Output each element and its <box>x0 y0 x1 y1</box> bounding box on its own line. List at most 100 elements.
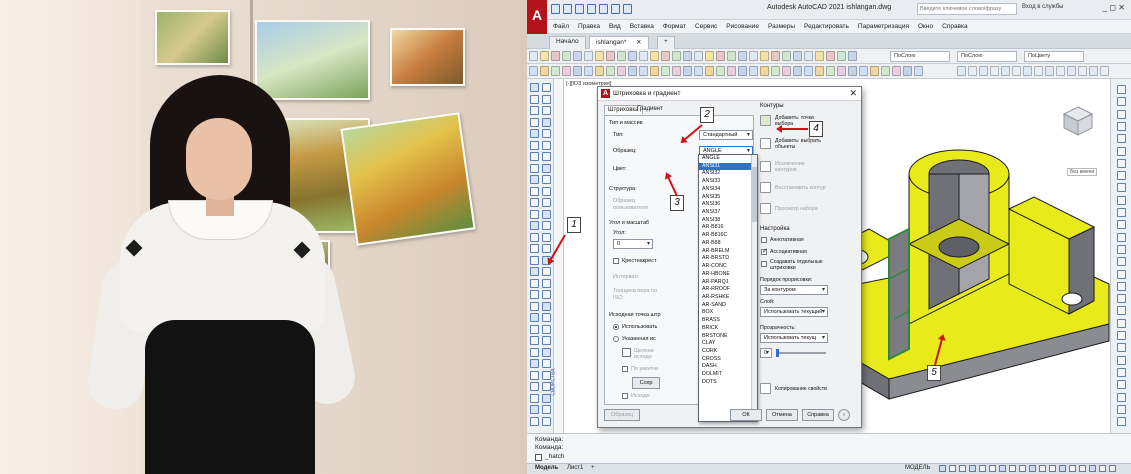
tab-close-icon[interactable]: ✕ <box>636 39 641 46</box>
draw-tool-icon[interactable] <box>530 94 539 104</box>
modify-tool-icon[interactable] <box>760 66 769 76</box>
menu-item[interactable]: Рисование <box>726 23 759 30</box>
status-toggle-icon[interactable] <box>1029 465 1036 472</box>
plot-icon[interactable] <box>599 4 608 14</box>
draw-order-select[interactable]: За контуром <box>760 285 828 295</box>
pattern-list-item[interactable]: AR-HBONE <box>699 271 757 279</box>
menu-item[interactable]: Вставка <box>630 23 654 30</box>
draw-tool-icon[interactable] <box>530 278 539 288</box>
pattern-list-item[interactable]: CROSS <box>699 356 757 364</box>
draw-tool-icon[interactable] <box>542 221 551 230</box>
command-line[interactable]: Команда: Команда: _hatch <box>527 433 1131 463</box>
origin-default-checkbox[interactable] <box>622 366 628 372</box>
pattern-list-item[interactable]: AR-BRELM <box>699 248 757 256</box>
navigation-tool-icon[interactable] <box>1117 146 1126 156</box>
menu-item[interactable]: Формат <box>663 23 686 30</box>
status-toggle-icon[interactable] <box>979 465 986 472</box>
status-toggle-icon[interactable] <box>949 465 956 472</box>
pattern-list-item[interactable]: AR-SAND <box>699 302 757 310</box>
pattern-dropdown-list[interactable]: ANGLE ANSI31 ANSI32 ANSI33 ANSI34 ANSI35 ANSI3… <box>698 154 758 422</box>
add-select-objects-icon[interactable] <box>760 138 771 149</box>
model-space-indicator[interactable]: МОДЕЛЬ <box>905 465 930 471</box>
color-combo[interactable]: ПоСлою <box>890 51 950 62</box>
modify-tool-icon[interactable] <box>584 66 593 76</box>
draw-tool-icon[interactable] <box>542 301 551 311</box>
view-selections-label[interactable]: Просмотр набора <box>775 206 855 212</box>
inherit-properties-icon[interactable] <box>760 383 771 394</box>
standard-tool-icon[interactable] <box>738 51 747 61</box>
navigation-tool-icon[interactable] <box>1117 355 1126 365</box>
dimension-tool-icon[interactable] <box>979 66 988 76</box>
draw-tool-icon[interactable] <box>530 359 539 368</box>
standard-tool-icon[interactable] <box>749 51 758 61</box>
navigation-tool-icon[interactable] <box>1117 269 1126 279</box>
draw-tool-icon[interactable] <box>530 106 539 115</box>
standard-tool-icon[interactable] <box>793 51 802 61</box>
modify-tool-icon[interactable] <box>661 66 670 76</box>
standard-tool-icon[interactable] <box>716 51 725 61</box>
undo-icon[interactable] <box>623 4 632 14</box>
pattern-list-item[interactable]: BRICK <box>699 325 757 333</box>
autocad-logo-icon[interactable]: A <box>527 0 547 34</box>
recreate-boundary-icon[interactable] <box>760 182 771 193</box>
draw-tool-icon[interactable] <box>530 175 539 184</box>
modify-tool-icon[interactable] <box>529 66 538 76</box>
pattern-list-item[interactable]: BOX <box>699 309 757 317</box>
standard-tool-icon[interactable] <box>617 51 626 61</box>
dimension-tool-icon[interactable] <box>1056 66 1065 76</box>
standard-tool-icon[interactable] <box>584 51 593 61</box>
dimension-tool-icon[interactable] <box>1067 66 1076 76</box>
draw-tool-icon[interactable] <box>530 163 539 173</box>
dimension-tool-icon[interactable] <box>1045 66 1054 76</box>
pattern-list-item[interactable]: ANGLE <box>699 155 757 163</box>
dimension-tool-icon[interactable] <box>1012 66 1021 76</box>
status-toggle-icon[interactable] <box>1009 465 1016 472</box>
draw-tool-icon[interactable] <box>530 336 539 345</box>
origin-current-radio[interactable] <box>613 324 619 330</box>
pattern-list-item[interactable]: CORK <box>699 348 757 356</box>
modify-tool-icon[interactable] <box>749 66 758 76</box>
navigation-tool-icon[interactable] <box>1117 404 1126 414</box>
navigation-tool-icon[interactable] <box>1117 306 1126 316</box>
modify-tool-icon[interactable] <box>705 66 714 76</box>
draw-tool-icon[interactable] <box>542 198 551 207</box>
standard-tool-icon[interactable] <box>628 51 637 61</box>
modify-tool-icon[interactable] <box>617 66 626 76</box>
modify-tool-icon[interactable] <box>848 66 857 76</box>
navigation-tool-icon[interactable] <box>1117 232 1126 242</box>
navigation-tool-icon[interactable] <box>1117 392 1126 402</box>
status-toggle-icon[interactable] <box>989 465 996 472</box>
draw-tool-icon[interactable] <box>542 129 551 138</box>
modify-tool-icon[interactable] <box>859 66 868 76</box>
draw-tool-icon[interactable] <box>530 232 539 242</box>
command-input[interactable]: _hatch <box>545 453 565 460</box>
modify-tool-icon[interactable] <box>881 66 890 76</box>
standard-tool-icon[interactable] <box>694 51 703 61</box>
modify-tool-icon[interactable] <box>837 66 846 76</box>
double-hatch-checkbox[interactable] <box>613 258 619 264</box>
standard-tool-icon[interactable] <box>826 51 835 61</box>
dimension-tool-icon[interactable] <box>1078 66 1087 76</box>
navigation-tool-icon[interactable] <box>1117 318 1126 328</box>
status-toggle-icon[interactable] <box>1049 465 1056 472</box>
add-pick-points-icon[interactable] <box>760 115 771 126</box>
navigation-tool-icon[interactable] <box>1117 257 1126 267</box>
dialog-close-icon[interactable]: ✕ <box>849 88 857 99</box>
standard-tool-icon[interactable] <box>771 51 780 61</box>
modify-tool-icon[interactable] <box>903 66 912 76</box>
viewcube-ucs-label[interactable]: Без имени <box>1067 168 1098 176</box>
draw-tool-icon[interactable] <box>530 370 539 380</box>
navigation-tool-icon[interactable] <box>1117 367 1126 377</box>
dimension-tool-icon[interactable] <box>957 66 966 76</box>
draw-tool-icon[interactable] <box>542 106 551 115</box>
origin-specified-radio[interactable] <box>613 336 619 342</box>
status-toggle-icon[interactable] <box>1069 465 1076 472</box>
draw-tool-icon[interactable] <box>542 209 551 219</box>
standard-tool-icon[interactable] <box>551 51 560 61</box>
navigation-tool-icon[interactable] <box>1117 195 1126 205</box>
pattern-list-item[interactable]: ANSI38 <box>699 217 757 225</box>
viewcube[interactable] <box>1061 104 1095 138</box>
standard-tool-icon[interactable] <box>848 51 857 61</box>
pattern-list-item[interactable]: DASH <box>699 363 757 371</box>
draw-tool-icon[interactable] <box>542 290 551 299</box>
